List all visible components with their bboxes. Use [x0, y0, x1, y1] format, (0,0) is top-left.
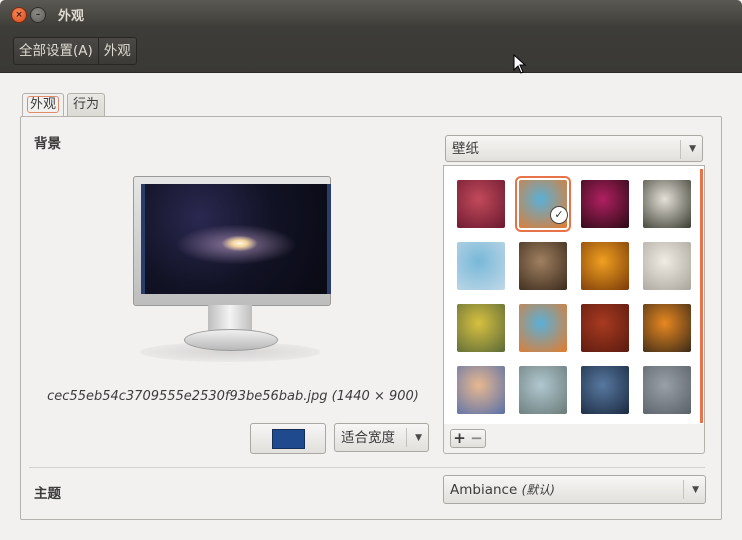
wallpaper-thumb-red-blur[interactable]: [457, 180, 505, 228]
wallpaper-thumb-yellow-flower[interactable]: [457, 304, 505, 352]
close-icon[interactable]: ×: [11, 7, 27, 23]
wallpaper-thumb-red-leaf[interactable]: [581, 304, 629, 352]
background-color-button[interactable]: [250, 423, 326, 454]
remove-wallpaper-button[interactable]: −: [468, 429, 486, 448]
breadcrumb-appearance[interactable]: 外观: [99, 38, 136, 64]
selected-check-icon: ✓: [550, 206, 568, 224]
combo-separator: [406, 428, 407, 447]
theme-label: 主题: [34, 486, 61, 502]
placement-select-value: 适合宽度: [341, 430, 395, 446]
wallpaper-thumb-cartoon-blue-2[interactable]: [519, 304, 567, 352]
theme-select-value: Ambiance (默认): [450, 476, 555, 505]
chevron-down-icon: ▼: [415, 433, 422, 443]
wallpaper-thumb-brown-bokeh[interactable]: [519, 242, 567, 290]
wallpaper-thumb-sunset-city[interactable]: [457, 366, 505, 414]
theme-select[interactable]: Ambiance (默认) ▼: [443, 475, 706, 504]
wallpaper-source-value: 壁纸: [452, 141, 479, 157]
color-swatch: [272, 429, 305, 449]
chevron-down-icon: ▼: [692, 485, 699, 495]
theme-name: Ambiance: [450, 482, 518, 498]
wallpaper-preview: [120, 174, 340, 364]
combo-separator: [683, 480, 684, 499]
tab-behavior[interactable]: 行为: [67, 93, 106, 116]
minimize-icon[interactable]: –: [30, 7, 46, 23]
section-divider: [29, 467, 705, 468]
mouse-cursor-icon: [513, 54, 527, 74]
tab-appearance-label: 外观: [26, 96, 60, 113]
window-titlebar: × – 外观: [0, 0, 742, 28]
monitor-frame: [133, 176, 331, 306]
tab-appearance[interactable]: 外观: [22, 93, 65, 117]
wallpaper-thumb-blue-tiles[interactable]: [581, 366, 629, 414]
breadcrumb-all-settings[interactable]: 全部设置(A): [14, 38, 99, 64]
breadcrumb: 全部设置(A) 外观: [13, 37, 137, 65]
wallpaper-thumb-cartoon-blue[interactable]: ✓: [515, 176, 571, 232]
monitor-stand-base: [184, 329, 278, 351]
chevron-down-icon: ▼: [689, 144, 696, 154]
placement-select[interactable]: 适合宽度 ▼: [334, 423, 429, 452]
combo-separator: [680, 140, 681, 159]
wallpaper-thumb-magenta-flower[interactable]: [581, 180, 629, 228]
wallpaper-source-select[interactable]: 壁纸 ▼: [445, 135, 703, 162]
wallpaper-grid[interactable]: ✓: [443, 165, 705, 425]
wallpaper-thumb-white-dial[interactable]: [643, 242, 691, 290]
wallpaper-thumb-grey-grass[interactable]: [643, 366, 691, 414]
toolbar: 全部设置(A) 外观: [0, 28, 742, 73]
preview-screen: [141, 184, 331, 294]
window-title: 外观: [58, 9, 85, 24]
add-wallpaper-button[interactable]: +: [450, 429, 469, 448]
wallpaper-thumb-blue-sky-blossom[interactable]: [457, 242, 505, 290]
background-label: 背景: [34, 136, 61, 152]
wallpaper-thumb-orange-flower[interactable]: [581, 242, 629, 290]
wallpaper-filename: cec55eb54c3709555e2530f93be56bab.jpg (14…: [47, 389, 419, 404]
wallpaper-grid-controls: + −: [443, 424, 705, 454]
wallpaper-thumb-orange-circle[interactable]: [643, 304, 691, 352]
theme-default-note: (默认): [521, 483, 555, 497]
wallpaper-thumb-white-blossom[interactable]: [643, 180, 691, 228]
monitor-stand-neck: [208, 305, 252, 331]
wallpaper-thumb-rope[interactable]: [519, 366, 567, 414]
scrollbar[interactable]: [700, 169, 703, 423]
